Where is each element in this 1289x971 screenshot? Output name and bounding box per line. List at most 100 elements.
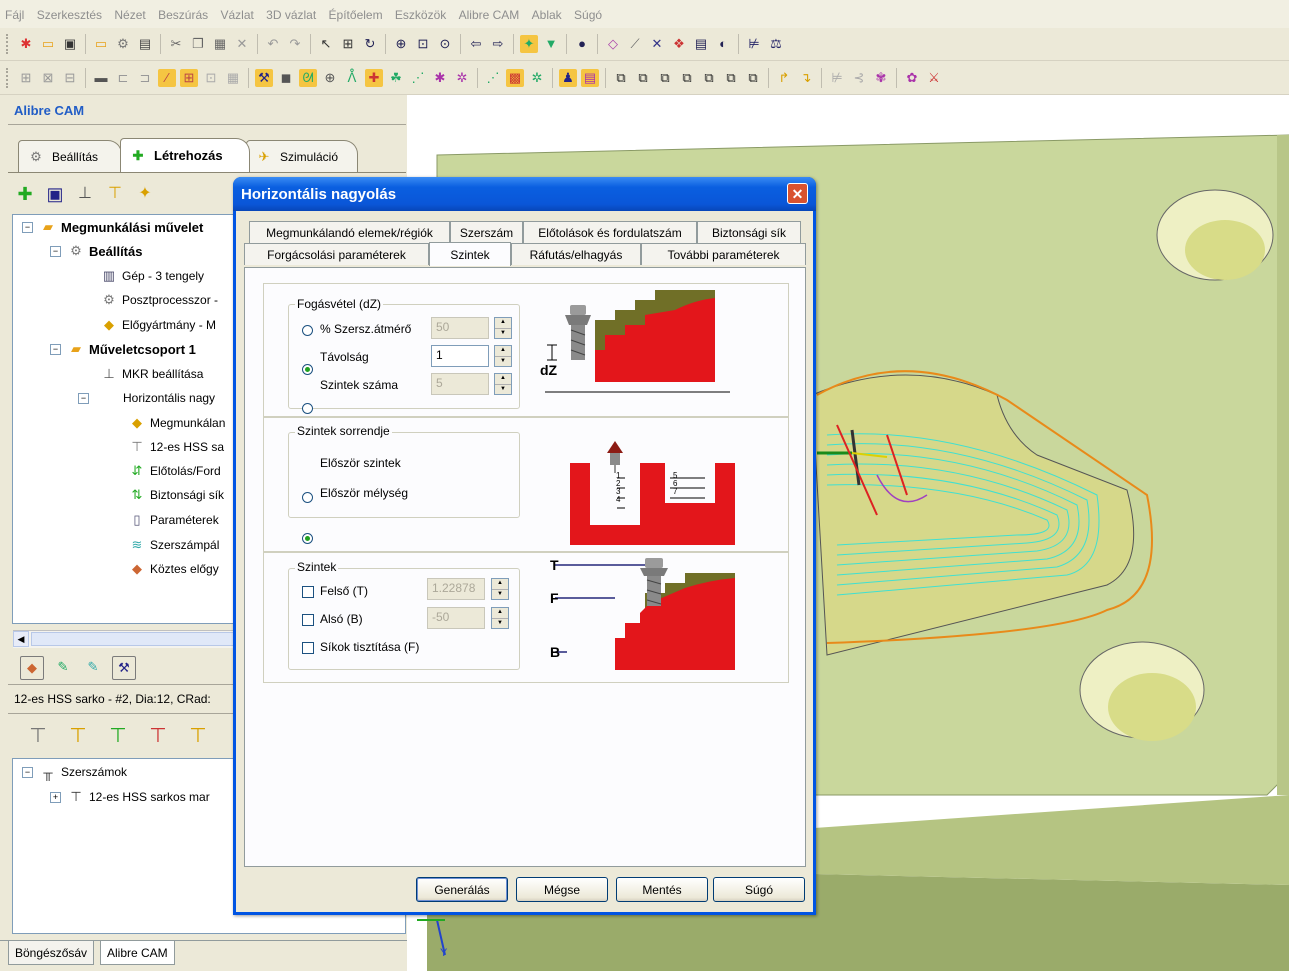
mill-2d-icon[interactable]: ⊕ [321, 69, 339, 87]
mass-properties-icon[interactable]: ⚖ [767, 35, 785, 53]
tab-simulation[interactable]: ✈ Szimuláció [246, 140, 358, 172]
feature-c-icon[interactable]: ✾ [872, 69, 890, 87]
toolpath-gen-icon[interactable]: ᘛ [299, 69, 317, 87]
constraint-bracket-icon[interactable]: ⊏ [114, 69, 132, 87]
help-button[interactable]: Súgó [713, 877, 805, 902]
report-icon[interactable]: ▤ [581, 69, 599, 87]
gears-icon[interactable]: ⚙ [114, 35, 132, 53]
cam-tool-icon[interactable]: ▼ [542, 35, 560, 53]
collapse-icon[interactable]: − [22, 221, 33, 233]
menu-edit[interactable]: Szerkesztés [32, 0, 106, 22]
delete-tool-icon[interactable]: ⊤ [146, 722, 170, 750]
view-bottom-icon[interactable]: ⧉ [722, 69, 740, 87]
toolbar-grip[interactable] [6, 68, 11, 88]
collapse-icon[interactable]: − [22, 766, 33, 778]
menu-help[interactable]: Súgó [569, 0, 606, 22]
bottom-level-spinner[interactable]: ▲ ▼ [491, 607, 509, 629]
tree-item[interactable]: ⇅ Biztonsági sík [128, 483, 225, 507]
menu-alibre-cam[interactable]: Alibre CAM [454, 0, 524, 22]
tree-item[interactable]: − ╥ Szerszámok [22, 760, 127, 784]
tab-levels[interactable]: Szintek [429, 242, 511, 266]
folder-icon[interactable]: ▭ [92, 35, 110, 53]
edit-tool-icon[interactable]: ⊤ [186, 722, 210, 750]
radio-levels-first[interactable] [302, 492, 313, 503]
checkbox-bottom[interactable] [302, 614, 314, 626]
view-top-icon[interactable]: ⧉ [700, 69, 718, 87]
grid2-icon[interactable]: ▦ [224, 69, 242, 87]
tree-item[interactable]: ⊥ MKR beállítása [100, 362, 203, 386]
menu-feature[interactable]: Építőelem [324, 0, 387, 22]
select-arrow-icon[interactable]: ↖ [317, 35, 335, 53]
part-icon[interactable]: ▬ [92, 69, 110, 87]
tab-entry-exit[interactable]: Ráfutás/elhagyás [511, 243, 641, 265]
mill-drill-icon[interactable]: ✲ [453, 69, 471, 87]
delete-icon[interactable]: ✕ [233, 35, 251, 53]
tree-item[interactable]: ⇵ Előtolás/Ford [128, 459, 221, 483]
distance-spinner[interactable]: ▲ ▼ [494, 345, 512, 367]
forward-arrow-icon[interactable]: ⇨ [489, 35, 507, 53]
rotate-icon[interactable]: ↻ [361, 35, 379, 53]
mill-3d-icon[interactable]: ☘ [387, 69, 405, 87]
menu-sketch[interactable]: Vázlat [215, 0, 257, 22]
add-operation-icon[interactable]: ✚ [16, 185, 34, 203]
color-icon[interactable]: ◐ [714, 35, 732, 53]
tab-create[interactable]: ✚ Létrehozás [120, 138, 250, 172]
view-machine-icon[interactable]: ⚒ [112, 656, 136, 680]
menu-tools[interactable]: Eszközök [390, 0, 450, 22]
view-back-icon[interactable]: ⧉ [634, 69, 652, 87]
mill-contour-icon[interactable]: ᐰ [343, 69, 361, 87]
radio-level-count[interactable] [302, 403, 313, 414]
cam-wizard-icon[interactable]: ✦ [520, 35, 538, 53]
view-sim-icon[interactable]: ✎ [82, 656, 104, 678]
save-icon[interactable]: ▣ [61, 35, 79, 53]
scroll-left-icon[interactable]: ◀ [13, 631, 29, 647]
tree-item[interactable]: − ▰ Megmunkálási művelet [22, 215, 203, 239]
copy-icon[interactable]: ❐ [189, 35, 207, 53]
radio-depth-first[interactable] [302, 533, 313, 544]
tree-item[interactable]: ▥ Gép - 3 tengely [100, 264, 204, 288]
render-icon[interactable]: ● [573, 35, 591, 53]
distance-input[interactable]: 1 [431, 345, 489, 367]
menu-view[interactable]: Nézet [109, 0, 149, 22]
mill-pencil-icon[interactable]: ✱ [431, 69, 449, 87]
constraint-icon[interactable]: ❖ [670, 35, 688, 53]
tree-item[interactable]: ▯ Paraméterek [128, 508, 218, 532]
tab-clearance-plane[interactable]: Biztonsági sík [697, 221, 801, 243]
snap-icon[interactable]: ⊠ [39, 69, 57, 87]
generate-button[interactable]: Generálás [416, 877, 508, 902]
redo-icon[interactable]: ↷ [286, 35, 304, 53]
measure-icon[interactable]: ⊭ [745, 35, 763, 53]
feature-e-icon[interactable]: ⚔ [925, 69, 943, 87]
wizard-icon[interactable]: ✦ [136, 185, 154, 203]
select-box-icon[interactable]: ⊞ [339, 35, 357, 53]
mill-pocket-icon[interactable]: ✚ [365, 69, 383, 87]
tree-item[interactable]: ⚙ Posztprocesszor - [100, 288, 218, 312]
tree-item[interactable]: ≋ Szerszámpál [128, 533, 220, 557]
feature-a-icon[interactable]: ⊭ [828, 69, 846, 87]
top-level-input[interactable]: 1.22878 [427, 578, 485, 600]
level-count-input[interactable]: 5 [431, 373, 489, 395]
tab-tool[interactable]: Szerszám [450, 221, 523, 243]
open-folder-icon[interactable]: ▭ [39, 35, 57, 53]
collapse-icon[interactable]: − [50, 245, 61, 257]
toolbar-grip[interactable] [6, 34, 11, 54]
tab-machining-regions[interactable]: Megmunkálandó elemek/régiók [249, 221, 450, 243]
checkbox-clean-flats[interactable] [302, 642, 314, 654]
feature-b-icon[interactable]: ⊰ [850, 69, 868, 87]
view-front-icon[interactable]: ⧉ [612, 69, 630, 87]
tree-item[interactable]: − ⚙ Beállítás [50, 239, 142, 263]
bottom-level-input[interactable]: -50 [427, 607, 485, 629]
post-icon[interactable]: ✲ [528, 69, 546, 87]
radio-distance[interactable] [302, 364, 313, 375]
add-tool-icon[interactable]: ⊤ [106, 722, 130, 750]
view-toolpath-icon[interactable]: ✎ [52, 656, 74, 678]
save-button[interactable]: Mentés [616, 877, 708, 902]
feature-d-icon[interactable]: ✿ [903, 69, 921, 87]
zoom-fit-icon[interactable]: ⊙ [436, 35, 454, 53]
tab-alibre-cam[interactable]: Alibre CAM [100, 941, 175, 965]
cam-setup-icon[interactable]: ⁄ [158, 69, 176, 87]
close-button[interactable]: ✕ [787, 183, 808, 204]
table-icon[interactable]: ▤ [692, 35, 710, 53]
mcs-icon[interactable]: ⊥ [76, 185, 94, 203]
grid-icon[interactable]: ⊞ [17, 69, 35, 87]
